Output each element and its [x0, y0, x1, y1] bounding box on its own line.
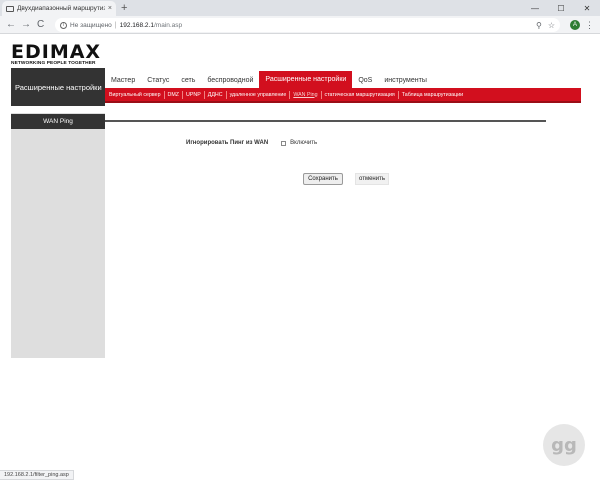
edimax-logo: EDIMAX NETWORKING PEOPLE TOGETHER [11, 41, 102, 67]
ignore-ping-row: Игнорировать Пинг из WAN Включить [186, 140, 317, 146]
sidebar-panel [11, 113, 105, 358]
watermark-text: gg [551, 434, 577, 456]
back-icon[interactable]: ← [6, 18, 16, 32]
profile-avatar[interactable]: A [570, 20, 580, 30]
browser-titlebar: Двухдиапазонный маршрутиз × + — ☐ ✕ [0, 0, 600, 16]
enable-label[interactable]: Включить [290, 140, 317, 146]
browser-tab[interactable]: Двухдиапазонный маршрутиз × [2, 1, 116, 16]
address-url[interactable]: 192.168.2.1/main.asp [120, 22, 183, 29]
subnav-dmz[interactable]: DMZ [165, 90, 184, 99]
save-button[interactable]: Сохранить [303, 173, 343, 185]
subnav-wan-ping[interactable]: WAN Ping [290, 90, 322, 99]
logo-brand: EDIMAX [11, 41, 102, 63]
info-icon[interactable]: i [60, 21, 67, 29]
sub-nav: Виртуальный сервер DMZ UPNP ДДНС удаленн… [105, 88, 581, 103]
address-separator: | [114, 21, 117, 29]
subnav-ddns[interactable]: ДДНС [205, 90, 227, 99]
router-favicon-icon [6, 5, 14, 12]
url-path: /main.asp [153, 21, 183, 29]
subnav-routing-table[interactable]: Таблица маршрутизации [399, 91, 466, 99]
status-bar-url: 192.168.2.1/filter_ping.asp [0, 470, 74, 480]
main-nav: Мастер Статус сеть беспроводной Расширен… [105, 67, 433, 89]
tab-close-icon[interactable]: × [108, 5, 112, 12]
address-bar[interactable]: i Не защищено | 192.168.2.1/main.asp ⚲ ☆ [55, 18, 560, 32]
sidebar-heading: Расширенные настройки [11, 68, 105, 106]
cancel-button[interactable]: отменить [355, 173, 389, 185]
new-tab-icon[interactable]: + [121, 1, 127, 15]
minimize-icon[interactable]: — [522, 0, 548, 16]
router-page: EDIMAX NETWORKING PEOPLE TOGETHER Расшир… [0, 34, 600, 470]
close-window-icon[interactable]: ✕ [574, 0, 600, 16]
logo-tagline: NETWORKING PEOPLE TOGETHER [11, 61, 96, 66]
forward-icon[interactable]: → [21, 18, 31, 32]
section-title: WAN Ping [11, 114, 105, 129]
browser-menu-icon[interactable]: ⋮ [585, 19, 594, 31]
tab-title: Двухдиапазонный маршрутиз [17, 5, 105, 12]
subnav-virtual-server[interactable]: Виртуальный сервер [106, 90, 165, 99]
enable-checkbox[interactable] [281, 140, 287, 146]
nav-advanced[interactable]: Расширенные настройки [259, 71, 353, 89]
section-divider [105, 120, 546, 122]
zoom-icon[interactable]: ⚲ [536, 21, 542, 30]
subnav-remote-management[interactable]: удаленное управление [227, 90, 291, 99]
url-host: 192.168.2.1 [119, 21, 154, 29]
window-controls: — ☐ ✕ [522, 0, 600, 16]
insecure-label: Не защищено [70, 21, 112, 29]
ignore-ping-label: Игнорировать Пинг из WAN [186, 140, 269, 146]
maximize-icon[interactable]: ☐ [548, 0, 574, 16]
bookmark-star-icon[interactable]: ☆ [548, 21, 555, 30]
subnav-upnp[interactable]: UPNP [183, 90, 205, 99]
subnav-static-routing[interactable]: статическая маршрутизация [322, 90, 399, 99]
reload-icon[interactable]: C [37, 18, 44, 32]
browser-toolbar: ← → C i Не защищено | 192.168.2.1/main.a… [0, 16, 600, 34]
watermark-logo: gg [543, 424, 585, 466]
